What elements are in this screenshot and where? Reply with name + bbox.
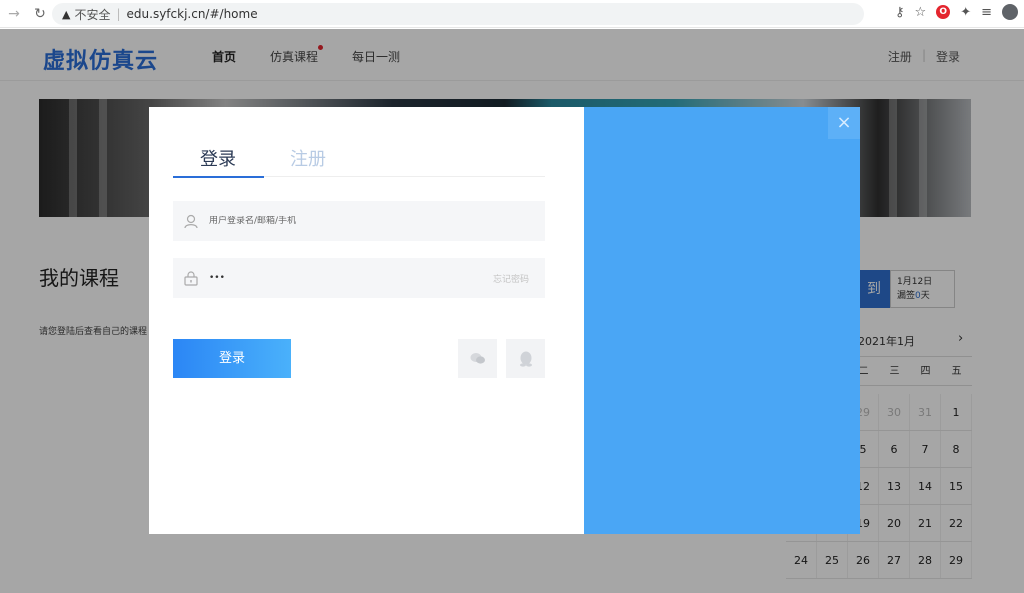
username-input[interactable] [209, 216, 545, 226]
password-input[interactable] [209, 273, 493, 283]
username-field[interactable] [173, 201, 545, 241]
browser-toolbar: → ↻ ▲ 不安全 | edu.syfckj.cn/#/home ⚷ ☆ O ✦… [0, 0, 1024, 28]
qq-icon [519, 351, 532, 367]
reload-icon[interactable]: ↻ [30, 6, 50, 22]
star-icon[interactable]: ☆ [915, 5, 927, 20]
wechat-login-button[interactable] [458, 339, 497, 378]
login-button[interactable]: 登录 [173, 339, 291, 378]
address-separator: | [116, 7, 121, 21]
key-icon[interactable]: ⚷ [895, 5, 905, 20]
user-icon [173, 214, 209, 229]
wechat-icon [470, 353, 485, 364]
active-tab-indicator [173, 176, 264, 178]
warning-icon: ▲ [62, 7, 71, 21]
tab-register[interactable]: 注册 [290, 145, 326, 171]
close-icon[interactable]: × [828, 107, 860, 139]
lock-icon [173, 270, 209, 286]
url-text: edu.syfckj.cn/#/home [126, 7, 258, 21]
auth-tabs: 登录 注册 [173, 145, 545, 178]
profile-icon[interactable] [1002, 4, 1018, 20]
opera-icon[interactable]: O [936, 5, 951, 19]
forgot-password-link[interactable]: 忘记密码 [493, 272, 529, 285]
address-bar[interactable]: ▲ 不安全 | edu.syfckj.cn/#/home [52, 3, 864, 25]
modal-side-panel [584, 107, 860, 534]
qq-login-button[interactable] [506, 339, 545, 378]
login-modal: 登录 注册 忘记密码 登录 [149, 107, 860, 534]
insecure-label: 不安全 [74, 7, 111, 22]
password-field[interactable]: 忘记密码 [173, 258, 545, 298]
extensions-icon[interactable]: ✦ [960, 5, 971, 20]
back-icon[interactable]: → [4, 6, 24, 22]
tab-login[interactable]: 登录 [200, 145, 236, 171]
media-icon[interactable]: ≡ [981, 5, 992, 20]
browser-actions: ⚷ ☆ O ✦ ≡ [895, 4, 1018, 20]
